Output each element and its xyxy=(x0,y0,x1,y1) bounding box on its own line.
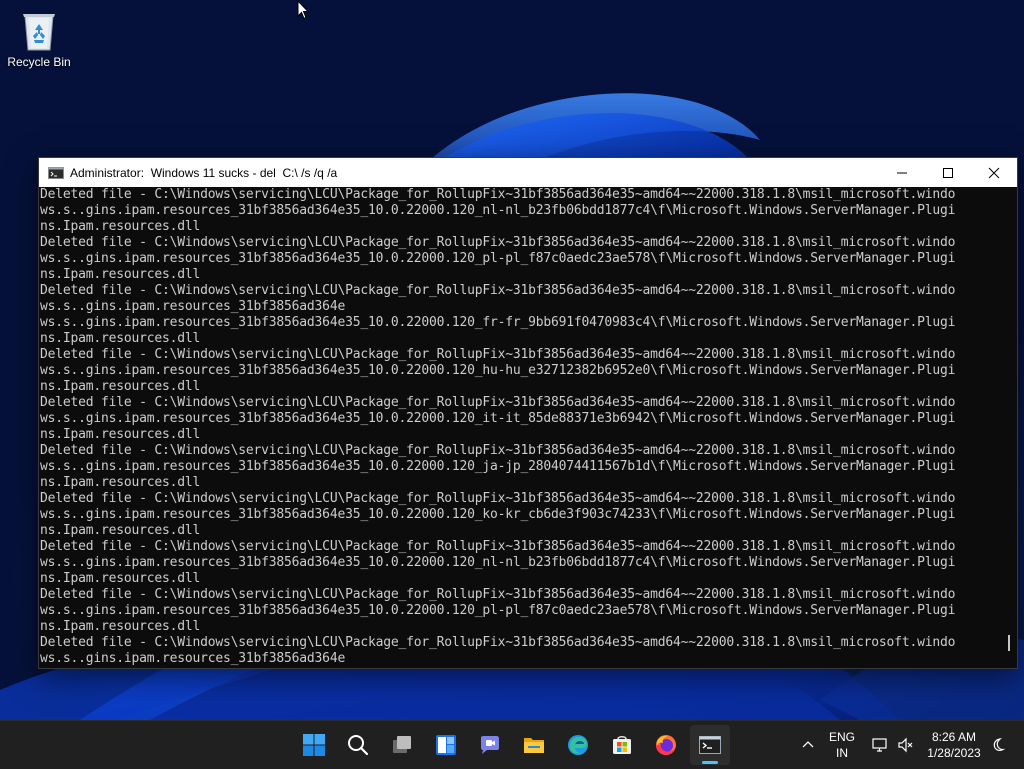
command-prompt-icon xyxy=(699,736,721,754)
console-output[interactable]: Deleted file - C:\Windows\servicing\LCU\… xyxy=(40,187,1000,666)
focus-assist-button[interactable] xyxy=(988,721,1008,769)
volume-muted-icon xyxy=(898,737,913,753)
console-line: ws.s..gins.ipam.resources_31bf3856ad364e… xyxy=(40,555,956,570)
start-button[interactable] xyxy=(294,725,334,765)
folder-icon xyxy=(524,738,544,753)
console-line: Deleted file - C:\Windows\servicing\LCU\… xyxy=(40,187,956,202)
console-line: Deleted file - C:\Windows\servicing\LCU\… xyxy=(40,235,956,250)
console-line: ns.Ipam.resources.dll xyxy=(40,619,201,634)
console-line: Deleted file - C:\Windows\servicing\LCU\… xyxy=(40,347,956,362)
console-line: ns.Ipam.resources.dll xyxy=(40,427,201,442)
console-line: Deleted file - C:\Windows\servicing\LCU\… xyxy=(40,635,956,650)
minimize-icon xyxy=(897,172,907,173)
console-line: ws.s..gins.ipam.resources_31bf3856ad364e xyxy=(40,299,346,314)
show-hidden-icons-button[interactable] xyxy=(796,721,820,769)
clock-date: 1/28/2023 xyxy=(927,746,981,760)
search-icon xyxy=(348,735,369,756)
window-titlebar[interactable]: Administrator: Windows 11 sucks - del C:… xyxy=(39,158,1017,187)
file-explorer-button[interactable] xyxy=(514,725,554,765)
console-line: Deleted file - C:\Windows\servicing\LCU\… xyxy=(40,395,956,410)
chevron-up-icon xyxy=(802,741,814,748)
console-line: ws.s..gins.ipam.resources_31bf3856ad364e… xyxy=(40,507,956,522)
scrollbar-thumb[interactable] xyxy=(1008,635,1010,651)
console-scrollbar[interactable] xyxy=(1002,187,1017,667)
console-line: ws.s..gins.ipam.resources_31bf3856ad364e… xyxy=(40,459,956,474)
console-line: ws.s..gins.ipam.resources_31bf3856ad364e… xyxy=(40,315,956,330)
windows-logo-icon xyxy=(303,734,325,756)
console-line: Deleted file - C:\Windows\servicing\LCU\… xyxy=(40,283,956,298)
command-prompt-window[interactable]: Administrator: Windows 11 sucks - del C:… xyxy=(38,157,1018,669)
console-line: Deleted file - C:\Windows\servicing\LCU\… xyxy=(40,587,956,602)
language-region: IN xyxy=(835,746,848,760)
edge-icon xyxy=(568,735,588,755)
console-line: ws.s..gins.ipam.resources_31bf3856ad364e… xyxy=(40,203,956,218)
console-line: ns.Ipam.resources.dll xyxy=(40,331,201,346)
console-line: ws.s..gins.ipam.resources_31bf3856ad364e… xyxy=(40,251,956,266)
window-title: Administrator: Windows 11 sucks - del C:… xyxy=(70,165,338,180)
firefox-icon xyxy=(656,735,676,755)
close-button[interactable] xyxy=(971,158,1017,187)
network-icon xyxy=(872,738,887,752)
widgets-icon xyxy=(436,735,456,755)
chat-button[interactable] xyxy=(470,725,510,765)
teams-chat-icon xyxy=(481,736,499,754)
network-button[interactable] xyxy=(868,721,892,769)
active-app-indicator xyxy=(702,761,718,764)
search-button[interactable] xyxy=(338,725,378,765)
store-button[interactable] xyxy=(602,725,642,765)
console-line: ns.Ipam.resources.dll xyxy=(40,571,201,586)
console-line: ws.s..gins.ipam.resources_31bf3856ad364e… xyxy=(40,363,956,378)
console-line: ns.Ipam.resources.dll xyxy=(40,523,201,538)
widgets-button[interactable] xyxy=(426,725,466,765)
console-line: Deleted file - C:\Windows\servicing\LCU\… xyxy=(40,491,956,506)
desktop-icon-label: Recycle Bin xyxy=(7,55,71,69)
minimize-button[interactable] xyxy=(879,158,925,187)
mouse-cursor-icon xyxy=(297,0,309,20)
task-view-button[interactable] xyxy=(382,725,422,765)
console-line: ws.s..gins.ipam.resources_31bf3856ad364e xyxy=(40,651,346,666)
store-icon xyxy=(613,735,631,754)
command-prompt-icon xyxy=(48,166,64,179)
task-view-icon xyxy=(393,736,411,753)
console-line: Deleted file - C:\Windows\servicing\LCU\… xyxy=(40,443,956,458)
console-line: ns.Ipam.resources.dll xyxy=(40,267,201,282)
maximize-button[interactable] xyxy=(925,158,971,187)
volume-button[interactable] xyxy=(894,721,918,769)
console-line: ws.s..gins.ipam.resources_31bf3856ad364e… xyxy=(40,411,956,426)
recycle-bin-icon xyxy=(23,14,55,51)
console-line: ns.Ipam.resources.dll xyxy=(40,219,201,234)
firefox-button[interactable] xyxy=(646,725,686,765)
taskbar: ENG IN 8:26 AM 1/28/2023 xyxy=(0,720,1024,769)
edge-button[interactable] xyxy=(558,725,598,765)
terminal-button[interactable] xyxy=(690,725,730,765)
desktop-icon-recycle-bin[interactable]: Recycle Bin xyxy=(4,8,74,78)
console-line: ws.s..gins.ipam.resources_31bf3856ad364e… xyxy=(40,603,956,618)
clock-time: 8:26 AM xyxy=(931,730,976,744)
console-line: ns.Ipam.resources.dll xyxy=(40,475,201,490)
language-indicator[interactable]: ENG IN xyxy=(826,721,858,769)
maximize-icon xyxy=(943,167,953,178)
console-line: Deleted file - C:\Windows\servicing\LCU\… xyxy=(40,539,956,554)
close-icon xyxy=(988,167,1000,178)
console-line: ns.Ipam.resources.dll xyxy=(40,379,201,394)
clock[interactable]: 8:26 AM 1/28/2023 xyxy=(922,721,986,769)
language-code: ENG xyxy=(828,730,855,744)
moon-icon xyxy=(993,738,1006,751)
